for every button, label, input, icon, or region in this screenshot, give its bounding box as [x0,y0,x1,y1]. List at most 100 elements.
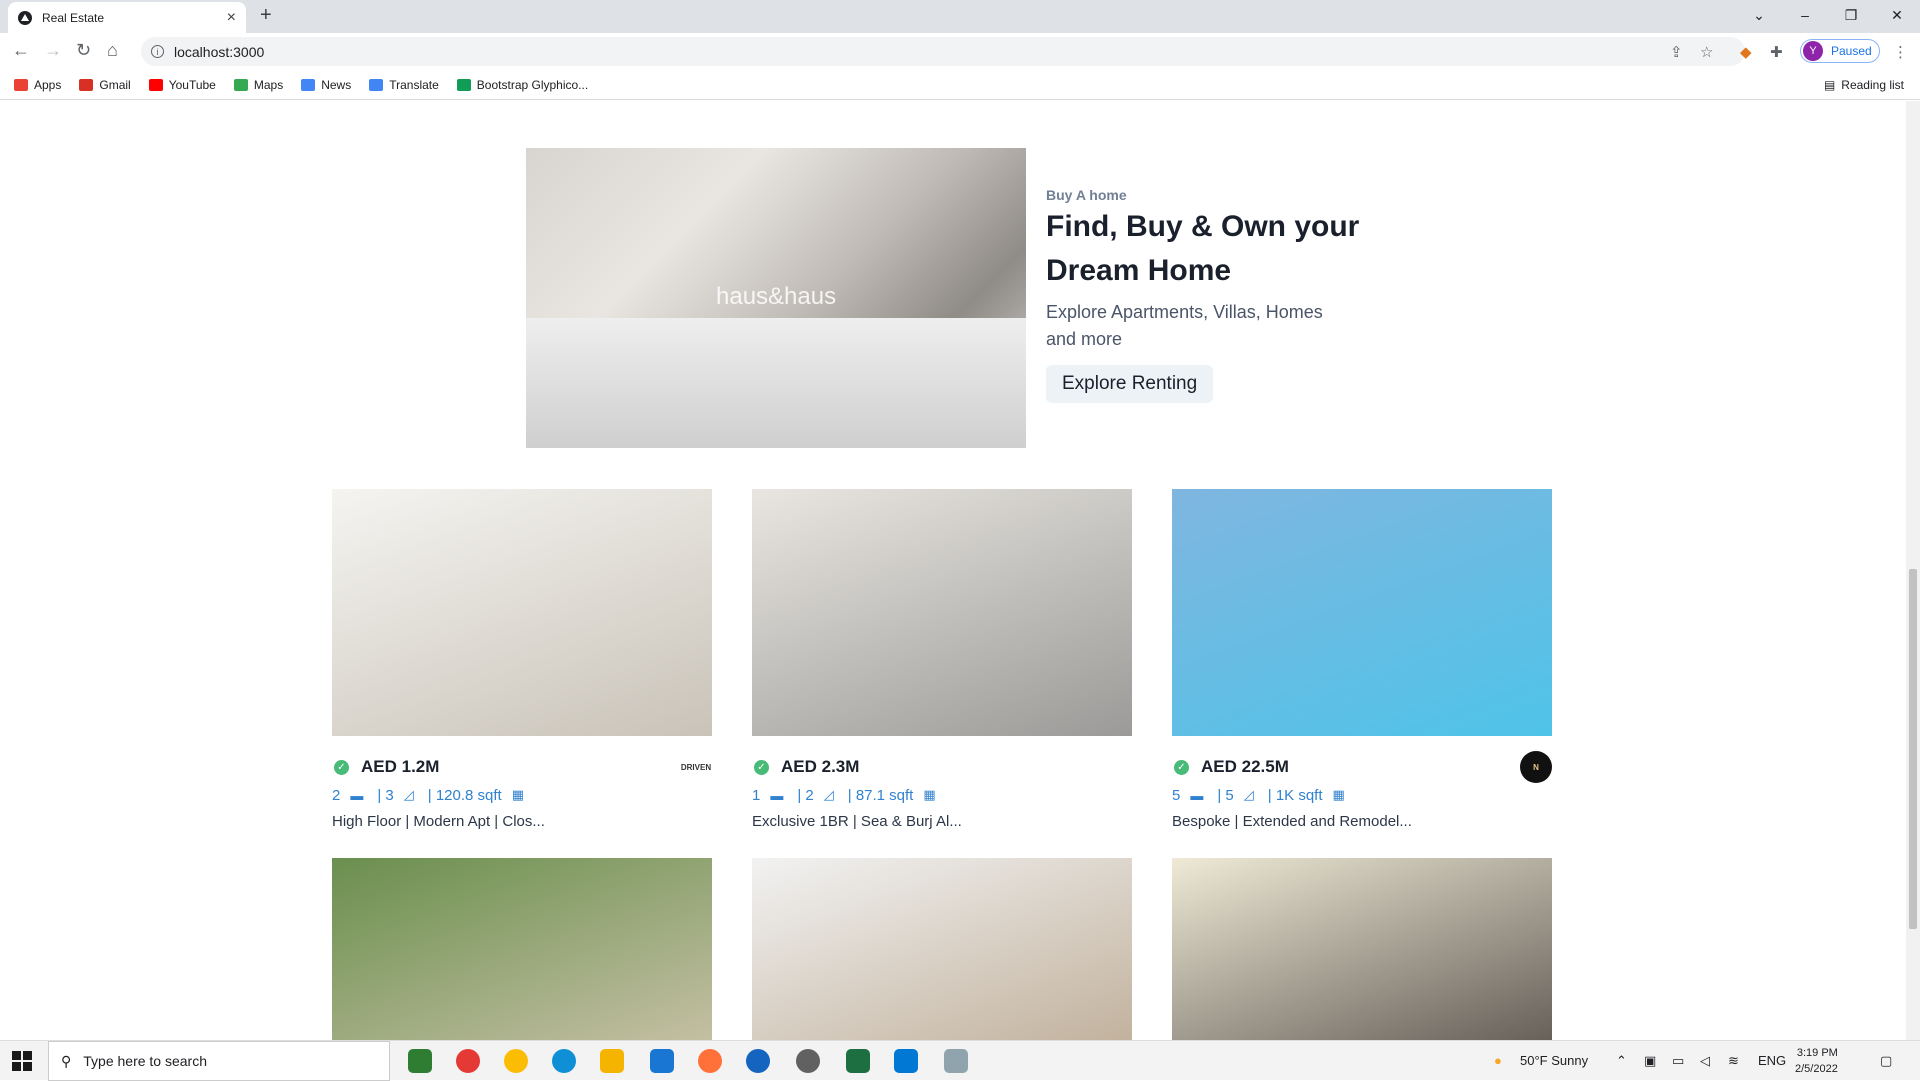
listing-price: AED 2.3M [781,757,860,776]
scrollbar[interactable] [1906,101,1920,1040]
search-icon: ⚲ [61,1052,72,1069]
avatar: Y [1803,41,1823,61]
hero-watermark: haus&haus [716,283,837,310]
photos-icon[interactable] [944,1049,968,1073]
weather-text[interactable]: 50°F Sunny [1520,1053,1588,1068]
file-explorer-icon[interactable] [600,1049,624,1073]
bed-count: 1 [752,786,761,804]
page-content: haus&haus Buy A home Find, Buy & Own you… [0,101,1906,1040]
evernote-icon[interactable] [408,1049,432,1073]
listing-card[interactable]: ✓ AED 22.5M N 5 ▬ | 5 ◿ | 1K sqft ▦ Bespoke | Ext… [1172,489,1552,830]
restore-button[interactable]: ❐ [1828,0,1874,30]
bath-icon: ◿ [823,787,834,802]
area-size: | 120.8 sqft [427,786,502,804]
new-tab-button[interactable]: + [260,4,272,27]
apps-grid-icon [14,78,28,91]
reading-list-icon: ▤ [1823,78,1836,92]
bookmark-star-icon[interactable]: ☆ [1700,43,1713,61]
grid-icon: ▦ [1332,787,1345,802]
bookmark-bootstrap[interactable]: Bootstrap Glyphico... [456,78,588,92]
chrome-icon[interactable] [504,1049,528,1073]
metamask-extension-icon[interactable]: ◆ [1740,43,1752,61]
agency-logo-icon: N [1520,751,1552,783]
bed-count: 5 [1172,786,1181,804]
taskbar-search-input[interactable]: ⚲ Type here to search [48,1041,390,1081]
area-size: | 87.1 sqft [847,786,914,804]
listing-image[interactable] [1172,858,1552,1040]
listing-price: AED 1.2M [361,757,440,776]
agency-logo-icon [1100,751,1132,783]
reading-list-button[interactable]: ▤ Reading list [1824,78,1904,92]
listing-title: Exclusive 1BR | Sea & Burj Al... [752,813,962,830]
firefox-icon[interactable] [698,1049,722,1073]
bookmark-news[interactable]: News [301,78,351,92]
bookmark-youtube[interactable]: YouTube [148,78,216,92]
translate-icon [369,78,384,91]
listing-title: Bespoke | Extended and Remodel... [1172,813,1412,830]
hero-subtitle: Explore Apartments, Villas, Homes and mo… [1046,302,1323,349]
hero-eyebrow: Buy A home [1046,187,1127,203]
edge-icon[interactable] [552,1049,576,1073]
listing-card[interactable] [752,858,1132,1040]
settings-gear-icon[interactable] [796,1049,820,1073]
volume-icon[interactable]: ◁ [1700,1053,1710,1069]
close-window-button[interactable]: ✕ [1874,0,1920,30]
listing-image[interactable] [332,489,712,736]
meet-icon[interactable]: ▣ [1644,1053,1656,1069]
vscode-icon[interactable] [894,1049,918,1073]
maps-icon [233,78,248,91]
scrollbar-thumb[interactable] [1909,569,1917,929]
language-indicator[interactable]: ENG [1758,1053,1786,1068]
listing-image[interactable] [752,489,1132,736]
listing-image[interactable] [332,858,712,1040]
tab-search-icon[interactable]: ⌄ [1736,0,1782,30]
mail-icon[interactable] [650,1049,674,1073]
clock[interactable]: 3:19 PM 2/5/2022 [1795,1045,1838,1077]
home-icon[interactable]: ⌂ [107,40,118,61]
app-icon[interactable] [746,1049,770,1073]
extensions-icon[interactable]: ✚ [1770,43,1783,61]
bath-count: | 2 [797,786,814,804]
youtube-icon [148,78,163,91]
notifications-icon[interactable]: ▢ [1880,1053,1892,1069]
listing-card[interactable]: ✓ AED 1.2M DRIVEN 2 ▬ | 3 ◿ | 120.8 sqft ▦ High F… [332,489,712,830]
bookmark-gmail[interactable]: Gmail [79,78,131,92]
site-info-icon[interactable]: i [151,45,164,58]
forward-icon[interactable]: → [44,40,62,61]
area-size: | 1K sqft [1267,786,1323,804]
bookmark-apps[interactable]: Apps [14,78,61,92]
weather-icon[interactable]: ● [1494,1053,1502,1068]
explore-renting-button[interactable]: Explore Renting [1046,365,1214,403]
windows-start-icon[interactable] [12,1051,32,1071]
excel-icon[interactable] [846,1049,870,1073]
listing-card[interactable]: ✓ AED 2.3M 1 ▬ | 2 ◿ | 87.1 sqft ▦ Exclusive 1BR… [752,489,1132,830]
verified-check-icon: ✓ [1174,759,1189,775]
minimize-button[interactable]: – [1782,0,1828,30]
windows-taskbar: ⚲ Type here to search ● 50°F Sunny ⌃ ▣ ▭… [0,1040,1920,1081]
bath-icon: ◿ [403,787,414,802]
tab-real-estate[interactable]: Real Estate × [8,2,246,33]
chevron-up-icon[interactable]: ⌃ [1616,1053,1627,1069]
bed-icon: ▬ [350,787,364,803]
profile-button[interactable]: Y Paused [1800,39,1880,63]
bookmark-translate[interactable]: Translate [369,78,439,92]
bath-count: | 3 [377,786,394,804]
opera-icon[interactable] [456,1049,480,1073]
close-tab-icon[interactable]: × [227,9,236,27]
wifi-icon[interactable]: ≋ [1728,1053,1739,1069]
menu-kebab-icon[interactable]: ⋮ [1893,43,1908,61]
bath-count: | 5 [1217,786,1234,804]
verified-check-icon: ✓ [334,759,349,775]
back-icon[interactable]: ← [12,40,30,61]
bed-count: 2 [332,786,341,804]
reload-icon[interactable]: ↻ [76,40,91,61]
listing-image[interactable] [1172,489,1552,736]
battery-icon[interactable]: ▭ [1672,1053,1684,1069]
hero-heading: Find, Buy & Own your Dream Home [1046,210,1360,287]
listing-card[interactable] [332,858,712,1040]
listing-card[interactable] [1172,858,1552,1040]
address-bar[interactable]: i localhost:3000 [141,37,1745,66]
share-icon[interactable]: ⇪ [1670,43,1683,61]
bookmark-maps[interactable]: Maps [233,78,283,92]
listing-image[interactable] [752,858,1132,1040]
